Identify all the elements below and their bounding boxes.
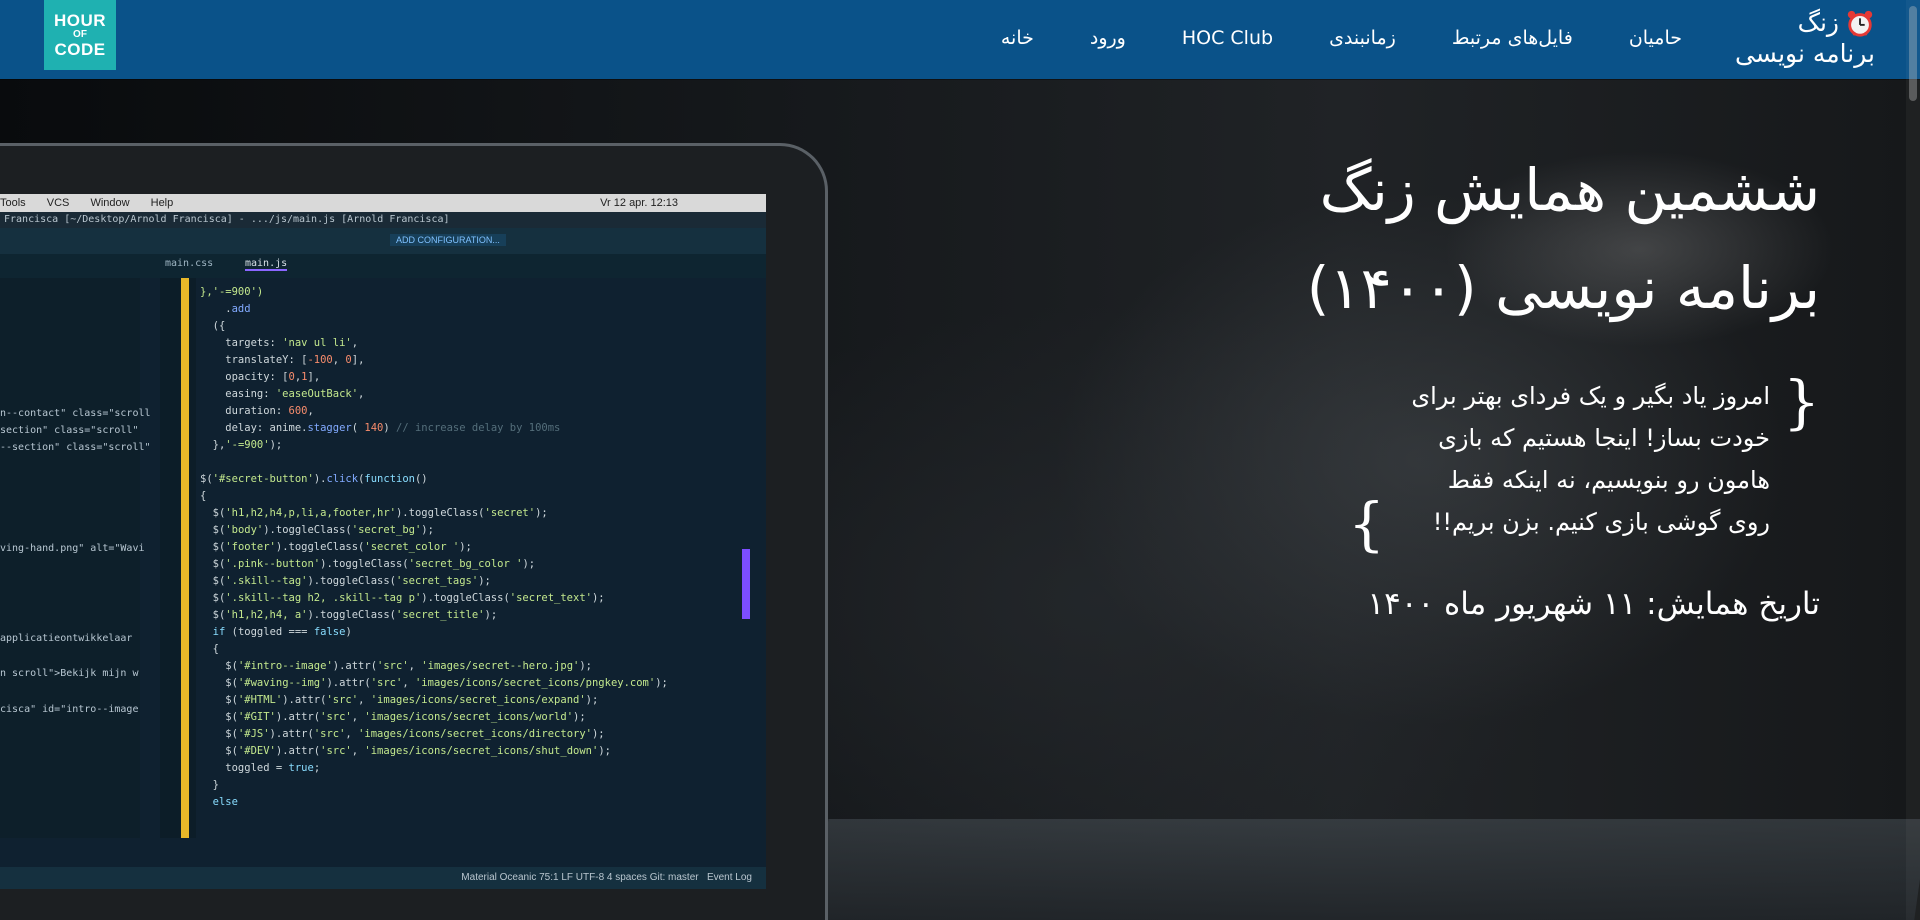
nav-link-hoc-club[interactable]: HOC Club <box>1154 27 1301 49</box>
hero-quote: { امروز یاد بگیر و یک فردای بهتر برای خو… <box>1340 368 1820 558</box>
hero-title: ششمین همایش زنگ برنامه نویسی (۱۴۰۰) <box>1060 141 1820 337</box>
screen-code: },'-=900') .add ({ targets: 'nav ul li',… <box>200 286 668 808</box>
menu-vcs: VCS <box>46 197 70 209</box>
screen-config-button: ADD CONFIGURATION... <box>390 234 506 246</box>
screen-gutter-marker <box>181 278 189 838</box>
alarm-clock-icon <box>1847 10 1873 37</box>
screen-toolbar: ADD CONFIGURATION... <box>0 228 766 254</box>
screen-scroll-accent <box>742 549 750 619</box>
quote-close-brace: } <box>1348 490 1385 558</box>
screen-status-text: Material Oceanic 75:1 LF UTF-8 4 spaces … <box>461 872 699 883</box>
brand-subtitle: برنامه نویسی <box>1734 39 1875 68</box>
nav-link-schedule[interactable]: زمانبندی <box>1301 27 1424 49</box>
screen-editor-tabs: main.css main.js <box>0 254 766 278</box>
screen-statusbar: Material Oceanic 75:1 LF UTF-8 4 spaces … <box>0 867 766 889</box>
page-scroll-thumb[interactable] <box>1909 6 1917 101</box>
menu-help: Help <box>150 197 174 209</box>
screen-gutter <box>160 278 196 838</box>
hero-section: Tools VCS Window Help Vr 12 apr. 12:13 F… <box>0 79 1920 920</box>
quote-line: روی گوشی بازی کنیم. بزن بریم!! <box>1432 508 1770 536</box>
logo-line1: HOUR <box>53 11 107 30</box>
page-scrollbar[interactable] <box>1906 0 1920 920</box>
quote-line: هامون رو بنویسیم، نه اینکه فقط <box>1447 466 1770 494</box>
nav-link-sponsors[interactable]: حامیان <box>1601 27 1710 49</box>
laptop-image: Tools VCS Window Help Vr 12 apr. 12:13 F… <box>0 143 828 920</box>
screen-clock: Vr 12 apr. 12:13 <box>600 197 678 209</box>
screen-tab-js: main.js <box>245 258 288 271</box>
laptop-screen: Tools VCS Window Help Vr 12 apr. 12:13 F… <box>0 194 766 889</box>
screen-window-title: Francisca [~/Desktop/Arnold Francisca] -… <box>0 212 766 228</box>
quote-line: امروز یاد بگیر و یک فردای بهتر برای <box>1411 382 1770 410</box>
logo-line3: CODE <box>54 40 106 59</box>
brand-name: زنگ <box>1797 8 1839 37</box>
nav-link-home[interactable]: خانه <box>973 27 1062 49</box>
screen-event-log: Event Log <box>706 872 752 883</box>
logo-line2: OF <box>73 29 87 40</box>
top-navbar: HOUR OF CODE خانه ورود HOC Club زمانبندی… <box>0 0 1920 79</box>
nav-links: خانه ورود HOC Club زمانبندی فایل‌های مرت… <box>973 0 1710 75</box>
quote-open-brace: { <box>1783 368 1820 436</box>
hour-of-code-logo[interactable]: HOUR OF CODE <box>44 0 116 70</box>
hero-title-line1: ششمین همایش زنگ <box>1319 156 1820 224</box>
screen-tab-css: main.css <box>165 258 214 269</box>
menu-window: Window <box>90 197 130 209</box>
screen-left-panel: n--contact" class="scroll section" class… <box>0 278 151 838</box>
nav-link-login[interactable]: ورود <box>1062 27 1154 49</box>
desk-surface <box>811 819 1920 920</box>
nav-link-files[interactable]: فایل‌های مرتبط <box>1424 27 1601 49</box>
screen-menubar: Tools VCS Window Help Vr 12 apr. 12:13 <box>0 194 766 212</box>
site-brand[interactable]: زنگ برنامه نویسی <box>1705 7 1875 71</box>
menu-tools: Tools <box>0 197 26 209</box>
quote-line: خودت بساز! اینجا هستیم که بازی <box>1438 424 1770 452</box>
conference-date: تاریخ همایش: ۱۱ شهریور ماه ۱۴۰۰ <box>1367 586 1820 622</box>
quote-text: امروز یاد بگیر و یک فردای بهتر برای خودت… <box>1380 375 1770 543</box>
hero-title-line2: برنامه نویسی (۱۴۰۰) <box>1306 254 1820 322</box>
